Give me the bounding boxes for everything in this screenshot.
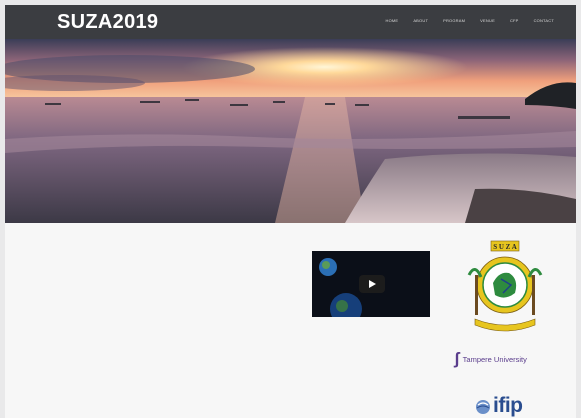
nav-item-contact[interactable]: CONTACT [534,18,554,23]
ifip-logo[interactable]: ifip [475,395,523,417]
hero-banner [5,39,576,223]
tampere-university-logo[interactable]: ʃ Tampere University [454,349,527,368]
site-header: SUZA2019 HOME ABOUT PROGRAM VENUE CFP CO… [5,5,576,39]
site-logo[interactable]: SUZA2019 [57,11,158,34]
nav-item-home[interactable]: HOME [386,18,399,23]
nav-item-about[interactable]: ABOUT [413,18,428,23]
main-nav: HOME ABOUT PROGRAM VENUE CFP CONTACT [386,18,555,23]
nav-item-program[interactable]: PROGRAM [443,18,465,23]
video-player[interactable] [312,251,430,317]
tampere-label: Tampere University [462,354,527,364]
hero-sunset-image [5,39,576,223]
seal-text: S U Z A [493,243,517,251]
nav-item-cfp[interactable]: CFP [510,18,519,23]
suza-seal-logo: S U Z A [467,240,543,332]
nav-item-venue[interactable]: VENUE [480,18,495,23]
content-area: S U Z A ʃ Tampere University ifip [5,223,576,418]
play-button-icon[interactable] [359,275,385,293]
tampere-mark-icon: ʃ [454,349,460,368]
ifip-label: ifip [493,394,523,417]
ifip-globe-icon [476,400,490,414]
page: SUZA2019 HOME ABOUT PROGRAM VENUE CFP CO… [5,5,576,418]
